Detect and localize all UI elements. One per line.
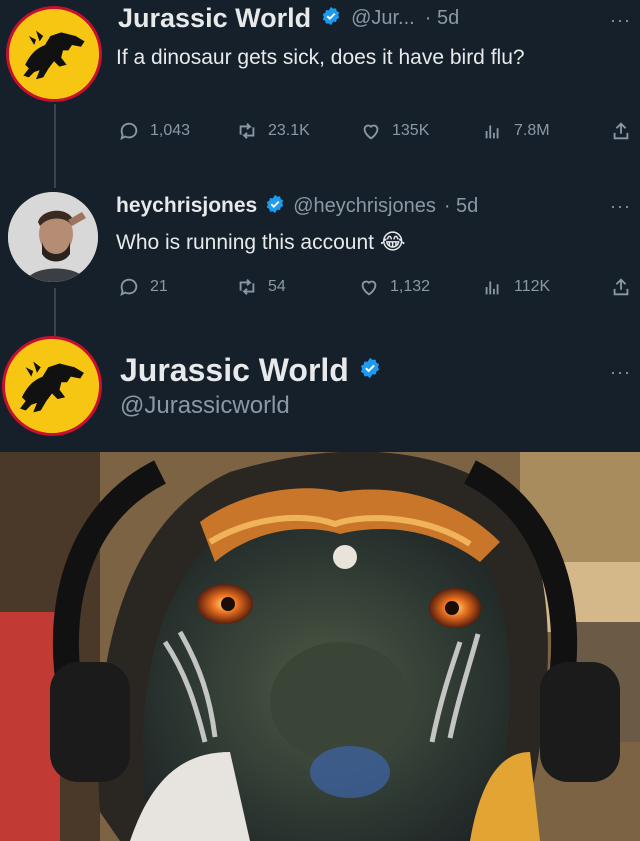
verified-icon	[321, 6, 341, 31]
tweet-text-2: Who is running this account 😂	[116, 228, 596, 257]
like-button-2[interactable]: 1,132	[358, 276, 430, 298]
display-name[interactable]: Jurassic World	[118, 3, 311, 34]
more-options-icon-3[interactable]: ···	[610, 362, 631, 383]
reply-button-2[interactable]: 21	[118, 276, 168, 298]
tweet-text-2-body: Who is running this account	[116, 231, 374, 254]
retweet-icon	[239, 279, 255, 295]
reply-icon	[120, 278, 138, 297]
tweet-header-2: heychrisjones @heychrisjones · 5d	[116, 190, 616, 222]
share-icon	[613, 122, 629, 140]
display-name-2[interactable]: heychrisjones	[116, 194, 257, 218]
tweet-text: If a dinosaur gets sick, does it have bi…	[116, 46, 525, 69]
jurassic-world-avatar-2[interactable]	[2, 336, 102, 436]
share-button-2[interactable]	[610, 276, 632, 298]
views-icon	[485, 125, 499, 139]
like-button[interactable]: 135K	[360, 120, 429, 142]
tweet-header: Jurassic World @Jur... · 5d	[118, 0, 628, 36]
views-button[interactable]: 7.8M	[482, 120, 550, 142]
views-button-2[interactable]: 112K	[482, 276, 550, 298]
more-options-icon[interactable]: ···	[610, 10, 631, 31]
views-count: 7.8M	[514, 122, 550, 139]
views-icon	[485, 281, 499, 295]
handle[interactable]: @Jur...	[351, 7, 415, 30]
handle-3[interactable]: @Jurassicworld	[120, 392, 290, 420]
dinosaur-meme-image[interactable]	[0, 452, 640, 841]
reply-icon	[120, 122, 138, 141]
retweet-button-2[interactable]: 54	[236, 276, 286, 298]
jurassic-world-avatar[interactable]	[6, 6, 102, 102]
like-icon	[363, 124, 379, 140]
thread-connector-line	[54, 104, 56, 188]
thread-connector-line-2	[54, 288, 56, 336]
dinosaur-with-headphones-icon	[0, 452, 640, 841]
retweet-button[interactable]: 23.1K	[236, 120, 310, 142]
person-photo-icon	[8, 192, 98, 282]
reply-count-2: 21	[150, 278, 168, 295]
more-options-icon-2[interactable]: ···	[610, 196, 631, 217]
retweet-count: 23.1K	[268, 122, 310, 139]
like-icon	[361, 280, 377, 296]
handle-2[interactable]: @heychrisjones	[293, 195, 436, 218]
jurassic-world-logo-icon	[5, 339, 99, 433]
share-icon	[613, 278, 629, 296]
verified-icon	[265, 194, 285, 219]
reply-button[interactable]: 1,043	[118, 120, 190, 142]
jurassic-world-logo-icon	[9, 9, 99, 99]
display-name-3[interactable]: Jurassic World	[120, 352, 349, 389]
like-count: 135K	[392, 122, 430, 139]
timestamp[interactable]: · 5d	[425, 7, 459, 30]
retweet-icon	[239, 123, 255, 139]
timestamp-2[interactable]: · 5d	[444, 195, 478, 218]
retweet-count-2: 54	[268, 278, 286, 295]
like-count-2: 1,132	[390, 278, 431, 295]
views-count-2: 112K	[514, 278, 551, 295]
reply-count: 1,043	[150, 122, 191, 139]
laughing-emoji-icon: 😂	[379, 229, 406, 254]
verified-icon	[359, 357, 381, 384]
share-button[interactable]	[610, 120, 632, 142]
reply-header: Jurassic World	[120, 352, 381, 389]
heychrisjones-avatar[interactable]	[8, 192, 98, 282]
